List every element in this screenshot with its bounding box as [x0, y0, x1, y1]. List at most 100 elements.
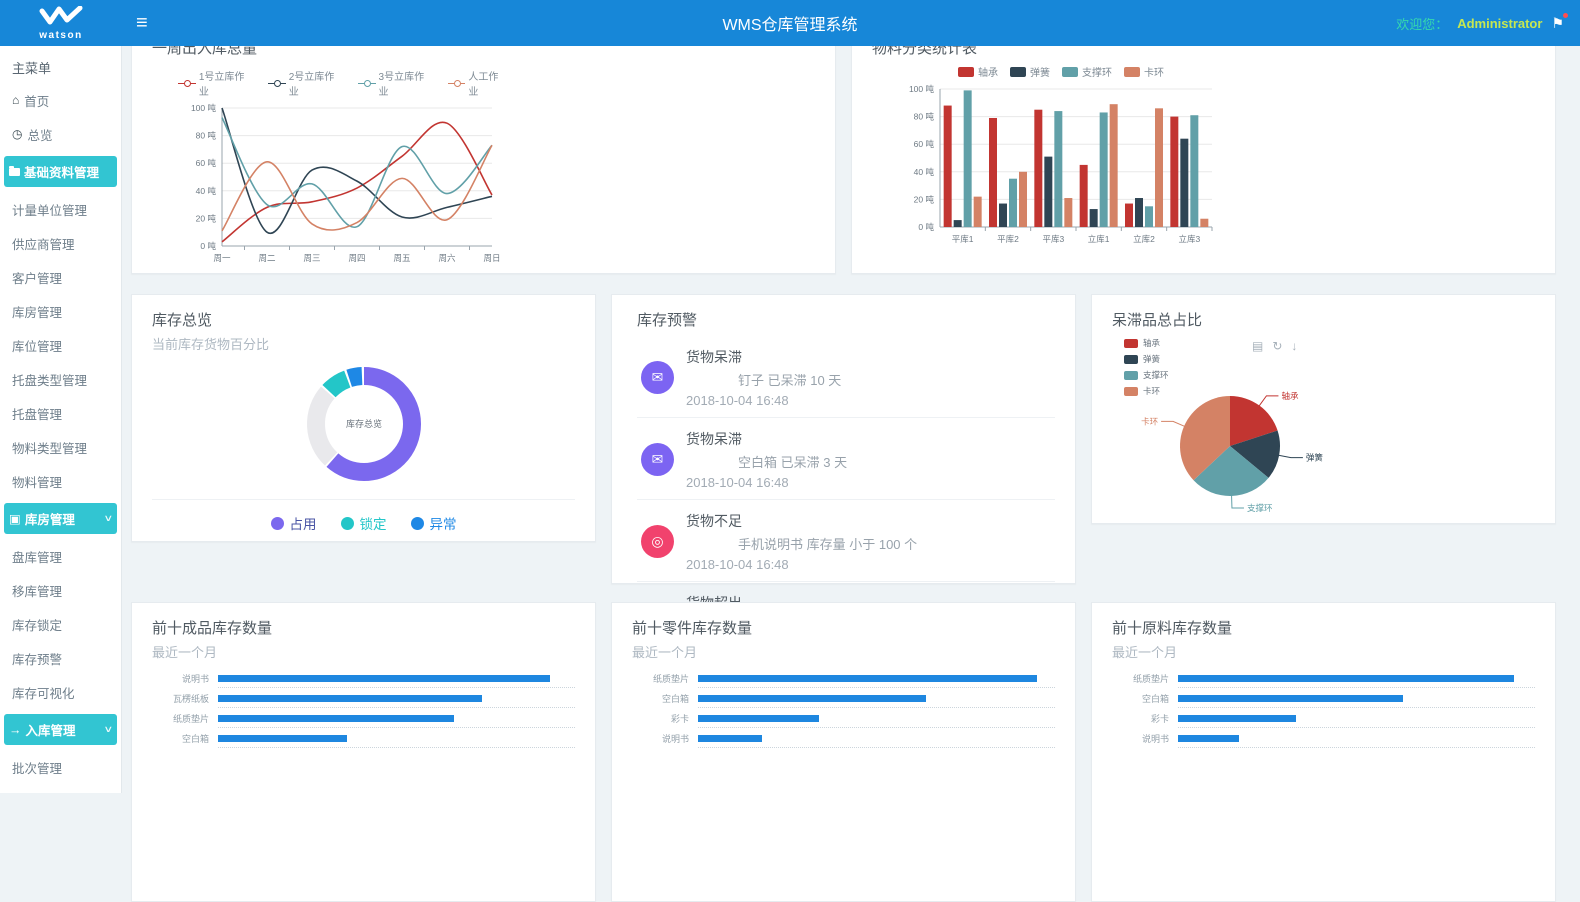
sidebar: 主菜单 ⌂首页◷总览基础资料管理计量单位管理供应商管理客户管理库房管理库位管理托…	[0, 46, 122, 793]
current-username[interactable]: Administrator	[1457, 16, 1542, 31]
hbar-label: 彩卡	[632, 715, 698, 724]
card-stagnant-ratio: 呆滞品总占比 轴承弹簧支撑环卡环 ▤ ↻ ↓ 轴承弹簧支撑环卡环	[1091, 294, 1556, 524]
svg-text:周一: 周一	[213, 253, 231, 263]
hbar-bar[interactable]	[1178, 715, 1296, 722]
swatch-icon	[958, 67, 974, 77]
hbar-label: 纸质垫片	[1112, 675, 1178, 684]
folder-icon	[9, 168, 20, 176]
hbar-bar[interactable]	[218, 695, 482, 702]
sidebar-item-库存锁定[interactable]: 库存锁定	[0, 607, 121, 641]
alert-item[interactable]: ✉货物呆滞空白箱 已呆滞 3 天2018-10-04 16:48	[637, 417, 1055, 499]
svg-text:轴承: 轴承	[1281, 391, 1299, 401]
sidebar-item-首页[interactable]: ⌂首页	[0, 83, 121, 117]
hbar-label: 瓦楞纸板	[152, 695, 218, 704]
hbar-bar[interactable]	[698, 735, 762, 742]
card-stock-alerts: 库存预警 ✉货物呆滞钉子 已呆滞 10 天2018-10-04 16:48✉货物…	[611, 294, 1076, 584]
hbar-bar[interactable]	[1178, 735, 1239, 742]
svg-text:立库1: 立库1	[1088, 234, 1110, 244]
hbar-bar[interactable]	[1178, 675, 1514, 682]
sidebar-item-移库管理[interactable]: 移库管理	[0, 573, 121, 607]
hbar-bar[interactable]	[218, 735, 347, 742]
sidebar-item-物料管理[interactable]: 物料管理	[0, 464, 121, 498]
app-logo[interactable]: watson	[0, 0, 122, 46]
sidebar-item-物料类型管理[interactable]: 物料类型管理	[0, 430, 121, 464]
refresh-icon[interactable]: ↻	[1272, 339, 1282, 353]
sidebar-item-盘库管理[interactable]: 盘库管理	[0, 539, 121, 573]
hbar-bar[interactable]	[218, 675, 550, 682]
sidebar-item-总览[interactable]: ◷总览	[0, 117, 121, 151]
legend-item-异常[interactable]: 异常	[411, 513, 457, 533]
svg-text:40 吨: 40 吨	[196, 186, 217, 196]
sidebar-item-批次管理[interactable]: 批次管理	[0, 750, 121, 784]
sidebar-item-计量单位管理[interactable]: 计量单位管理	[0, 192, 121, 226]
sidebar-item-库存可视化[interactable]: 库存可视化	[0, 675, 121, 709]
legend-item-卡环[interactable]: 卡环	[1124, 64, 1164, 79]
hbar-divider	[218, 707, 575, 708]
alert-desc: 手机说明书 库存量 小于 100 个	[686, 534, 917, 553]
card-top-parts: 前十零件库存数量 最近一个月 纸质垫片空白箱彩卡说明书	[611, 602, 1076, 902]
sidebar-item-托盘管理[interactable]: 托盘管理	[0, 396, 121, 430]
card-title: 库存总览	[152, 309, 575, 330]
legend-item-卡环[interactable]: 卡环	[1124, 385, 1169, 397]
sidebar-group-基础资料管理[interactable]: 基础资料管理	[4, 156, 117, 187]
sidebar-group-入库管理[interactable]: →入库管理∨	[4, 714, 117, 745]
donut-legend: 占用 锁定 异常	[152, 499, 575, 533]
svg-text:40 吨: 40 吨	[914, 167, 935, 177]
sidebar-item-供应商管理[interactable]: 供应商管理	[0, 226, 121, 260]
hbar-bar[interactable]	[698, 695, 926, 702]
hbar-bar[interactable]	[218, 715, 454, 722]
alert-time: 2018-10-04 16:48	[686, 393, 841, 408]
card-title: 前十成品库存数量	[152, 617, 575, 638]
download-icon[interactable]: ↓	[1291, 339, 1297, 353]
alert-title: 货物不足	[686, 511, 917, 531]
svg-text:弹簧: 弹簧	[1306, 453, 1324, 463]
hbar-bar[interactable]	[698, 715, 819, 722]
alert-item[interactable]: ✉货物呆滞钉子 已呆滞 10 天2018-10-04 16:48	[637, 336, 1055, 417]
legend-item-人工作业[interactable]: 人工作业	[448, 68, 508, 98]
legend-item-弹簧[interactable]: 弹簧	[1010, 64, 1050, 79]
hbar-label: 说明书	[1112, 735, 1178, 744]
hbar-bar[interactable]	[698, 675, 1037, 682]
card-subtitle: 当前库存货物百分比	[152, 334, 575, 353]
sidebar-item-库存预警[interactable]: 库存预警	[0, 641, 121, 675]
hbar-divider	[218, 687, 575, 688]
svg-text:60 吨: 60 吨	[914, 139, 935, 149]
notification-flag-icon[interactable]: ⚑	[1551, 15, 1564, 32]
legend-item-2号立库作业[interactable]: 2号立库作业	[268, 68, 344, 98]
legend-item-1号立库作业[interactable]: 1号立库作业	[178, 68, 254, 98]
hbar-divider	[698, 707, 1055, 708]
envelope-icon: ✉	[641, 361, 674, 394]
hbar-row-空白箱: 空白箱	[632, 695, 1055, 708]
hbar-bar[interactable]	[1178, 695, 1403, 702]
data-view-icon[interactable]: ▤	[1252, 339, 1263, 353]
hbar-divider	[1178, 707, 1535, 708]
legend-item-支撑环[interactable]: 支撑环	[1062, 64, 1112, 79]
hbar-label: 空白箱	[1112, 695, 1178, 704]
card-title: 前十零件库存数量	[632, 617, 1055, 638]
hbar-row-纸质垫片: 纸质垫片	[1112, 675, 1535, 688]
menu-toggle-icon[interactable]: ≡	[136, 13, 148, 33]
finished-hbar-chart: 说明书瓦楞纸板纸质垫片空白箱	[152, 675, 575, 748]
svg-text:立库2: 立库2	[1133, 234, 1155, 244]
alert-circle-icon: ◎	[641, 525, 674, 558]
alert-item[interactable]: ◎货物不足手机说明书 库存量 小于 100 个2018-10-04 16:48	[637, 499, 1055, 581]
svg-text:100 吨: 100 吨	[191, 103, 217, 113]
legend-item-支撑环[interactable]: 支撑环	[1124, 369, 1169, 381]
line-marker-icon	[448, 80, 466, 87]
sidebar-item-客户管理[interactable]: 客户管理	[0, 260, 121, 294]
hbar-row-彩卡: 彩卡	[632, 715, 1055, 728]
sidebar-item-货物入库[interactable]: 货物入库	[0, 784, 121, 793]
legend-item-锁定[interactable]: 锁定	[341, 513, 387, 533]
sidebar-group-库房管理[interactable]: ▣库房管理∨	[4, 503, 117, 534]
svg-text:20 吨: 20 吨	[196, 213, 217, 223]
legend-item-占用[interactable]: 占用	[271, 513, 317, 533]
legend-item-轴承[interactable]: 轴承	[1124, 337, 1169, 349]
sidebar-item-库房管理[interactable]: 库房管理	[0, 294, 121, 328]
line-chart-legend: 1号立库作业 2号立库作业 3号立库作业人工作业	[178, 68, 508, 98]
legend-item-弹簧[interactable]: 弹簧	[1124, 353, 1169, 365]
legend-item-3号立库作业[interactable]: 3号立库作业	[358, 68, 434, 98]
swatch-icon	[1124, 339, 1138, 348]
sidebar-item-库位管理[interactable]: 库位管理	[0, 328, 121, 362]
legend-item-轴承[interactable]: 轴承	[958, 64, 998, 79]
sidebar-item-托盘类型管理[interactable]: 托盘类型管理	[0, 362, 121, 396]
